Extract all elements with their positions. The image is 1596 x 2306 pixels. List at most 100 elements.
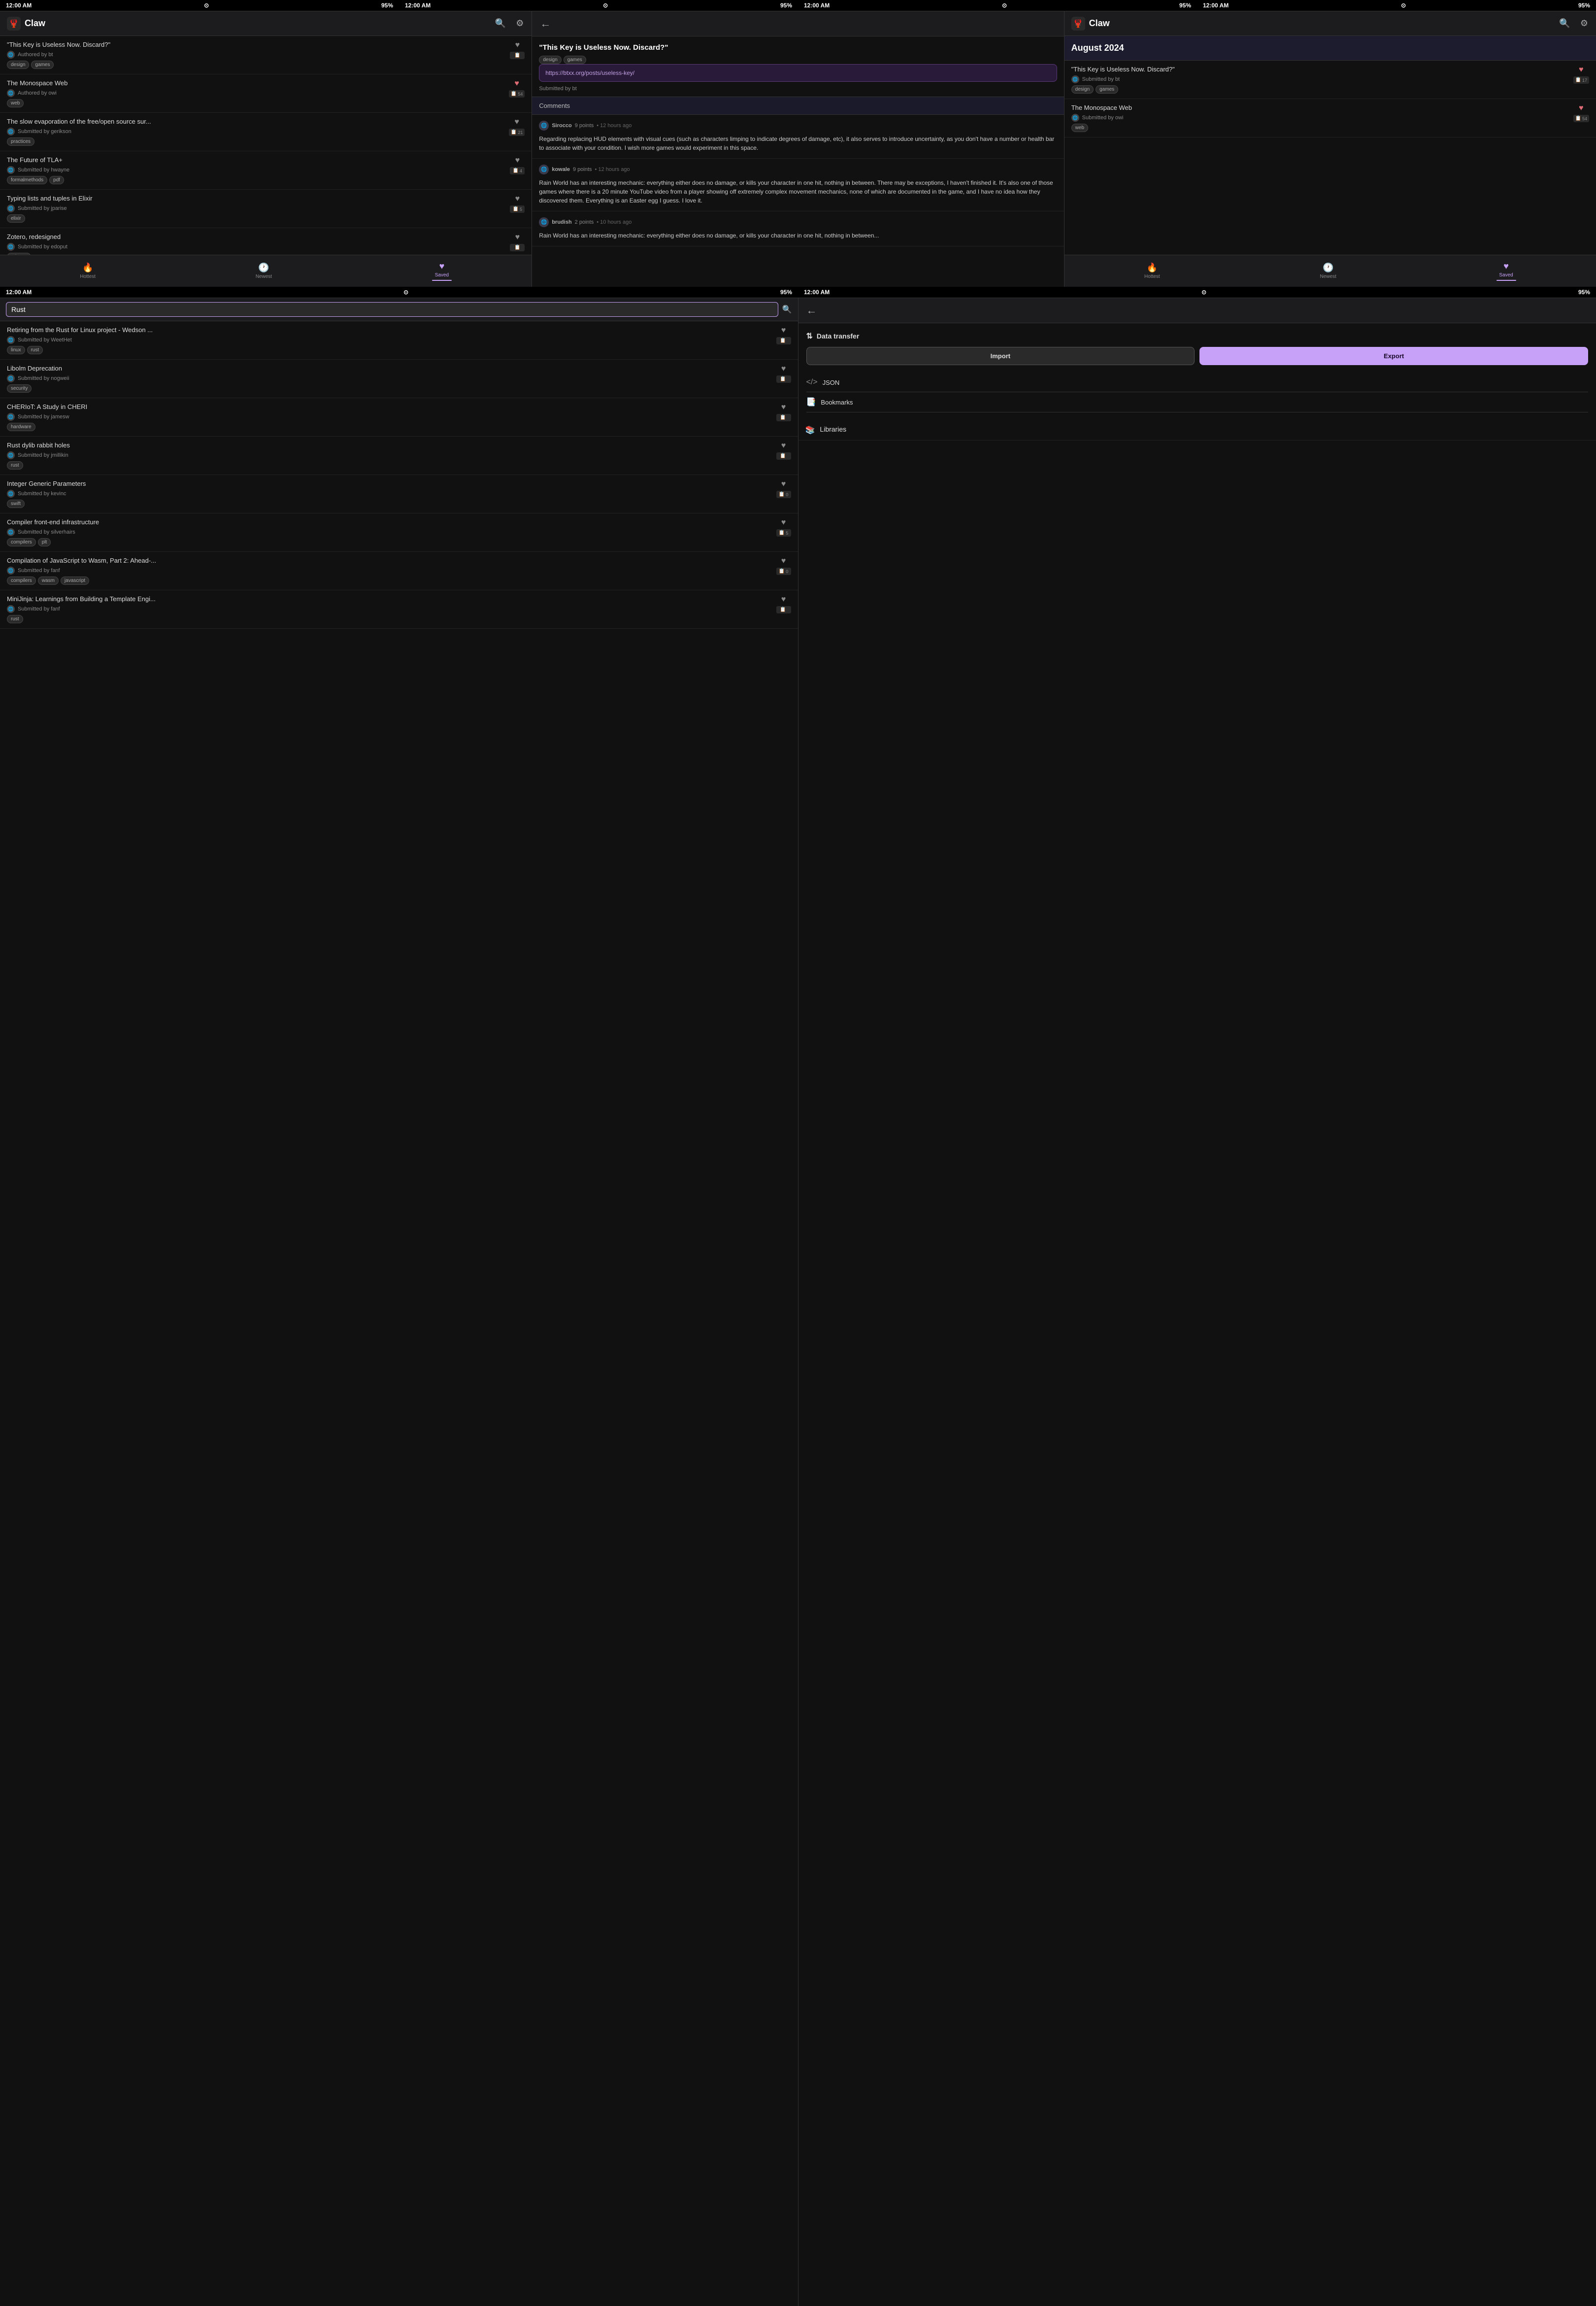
import-button[interactable]: Import (806, 347, 1195, 365)
saved-bookmark-btn-0[interactable]: 📋17 (1573, 76, 1589, 84)
feed-item-4[interactable]: Typing lists and tuples in Elixir 🌐 Subm… (0, 190, 532, 228)
search-tag-2-0[interactable]: hardware (7, 423, 35, 431)
like-btn-3[interactable]: ♥ (515, 156, 520, 165)
tag-2-0[interactable]: practices (7, 137, 34, 146)
bookmark-btn-2[interactable]: 📋21 (509, 129, 525, 136)
saved-tag-1-0[interactable]: web (1071, 124, 1088, 132)
search-like-btn-7[interactable]: ♥ (781, 595, 786, 604)
bookmark-btn-1[interactable]: 📋54 (509, 90, 525, 98)
search-like-btn-2[interactable]: ♥ (781, 403, 786, 412)
search-item-4[interactable]: Integer Generic Parameters 🌐 Submitted b… (0, 475, 798, 513)
nav-newest-3[interactable]: 🕐 Newest (1314, 261, 1342, 281)
search-item-1[interactable]: Libolm Deprecation 🌐 Submitted by nogwei… (0, 360, 798, 398)
tag-3-0[interactable]: formalmethods (7, 176, 47, 184)
like-btn-1[interactable]: ♥ (514, 79, 519, 88)
feed-item-content-3: The Future of TLA+ 🌐 Submitted by hwayne… (7, 156, 505, 184)
export-option-bookmarks[interactable]: 📑 Bookmarks (806, 392, 1589, 412)
search-bookmark-btn-3[interactable]: 📋 (776, 452, 791, 460)
search-tag-1-0[interactable]: security (7, 384, 32, 393)
search-tag-0-0[interactable]: linux (7, 346, 25, 354)
saved-like-btn-0[interactable]: ♥ (1579, 66, 1584, 74)
search-button-3[interactable]: 🔍 (1558, 17, 1571, 30)
like-btn-5[interactable]: ♥ (515, 233, 520, 242)
search-tag-0-1[interactable]: rust (27, 346, 43, 354)
saved-bookmark-btn-1[interactable]: 📋54 (1573, 115, 1589, 122)
search-tag-6-0[interactable]: compilers (7, 576, 36, 585)
search-input[interactable] (6, 302, 778, 317)
search-like-btn-6[interactable]: ♥ (781, 557, 786, 566)
search-item-6[interactable]: Compilation of JavaScript to Wasm, Part … (0, 552, 798, 590)
like-btn-4[interactable]: ♥ (515, 195, 520, 203)
tag-1-0[interactable]: web (7, 99, 24, 107)
tag-0-0[interactable]: design (7, 61, 29, 69)
search-bookmark-btn-2[interactable]: 📋 (776, 414, 791, 421)
search-tag-5-0[interactable]: compilers (7, 538, 36, 546)
search-bookmark-btn-4[interactable]: 📋 0 (776, 491, 791, 498)
bookmark-btn-0[interactable]: 📋 (510, 52, 525, 59)
nav-newest-1[interactable]: 🕐 Newest (250, 261, 278, 281)
search-tag-3-0[interactable]: rust (7, 461, 23, 470)
nav-indicator-1 (432, 280, 452, 281)
saved-tag-0-1[interactable]: games (1096, 85, 1118, 94)
search-bookmark-btn-5[interactable]: 📋 5 (776, 529, 791, 537)
saved-like-btn-1[interactable]: ♥ (1579, 104, 1584, 113)
nav-saved-1[interactable]: ♥ Saved (426, 259, 458, 283)
bookmark-btn-5[interactable]: 📋 (510, 244, 525, 251)
export-option-json[interactable]: </> JSON (806, 373, 1589, 392)
search-bookmark-btn-1[interactable]: 📋 (776, 375, 791, 383)
comment-avatar-2: 🌐 (539, 217, 549, 227)
nav-hottest-3[interactable]: 🔥 Hottest (1138, 261, 1166, 281)
search-like-btn-4[interactable]: ♥ (781, 480, 786, 489)
search-item-5[interactable]: Compiler front-end infrastructure 🌐 Subm… (0, 513, 798, 552)
filter-button-3[interactable]: ⚙ (1579, 17, 1589, 30)
search-item-7[interactable]: MiniJinja: Learnings from Building a Tem… (0, 590, 798, 629)
bookmark-btn-4[interactable]: 📋5 (510, 205, 525, 213)
feed-item-5[interactable]: Zotero, redesigned 🌐 Submitted by edoput… (0, 228, 532, 255)
search-like-btn-3[interactable]: ♥ (781, 441, 786, 450)
tag-4-0[interactable]: elixir (7, 214, 25, 223)
search-tag-6-1[interactable]: wasm (38, 576, 59, 585)
saved-tag-0-0[interactable]: design (1071, 85, 1094, 94)
feed-item-content-2: The slow evaporation of the free/open so… (7, 118, 504, 146)
search-tag-4-0[interactable]: swift (7, 500, 25, 508)
tag-design[interactable]: design (539, 56, 561, 64)
export-button[interactable]: Export (1199, 347, 1588, 365)
tag-3-1[interactable]: pdf (49, 176, 64, 184)
like-btn-2[interactable]: ♥ (514, 118, 519, 127)
filter-button-1[interactable]: ⚙ (515, 17, 525, 30)
search-submit-btn[interactable]: 🔍 (782, 305, 792, 314)
search-tag-6-2[interactable]: javascript (61, 576, 89, 585)
search-button-1[interactable]: 🔍 (494, 17, 507, 30)
search-bookmark-btn-7[interactable]: 📋 (776, 606, 791, 613)
feed-item-3[interactable]: The Future of TLA+ 🌐 Submitted by hwayne… (0, 151, 532, 190)
like-btn-0[interactable]: ♥ (515, 41, 520, 50)
feed-item-0[interactable]: "This Key is Useless Now. Discard?" 🌐 Au… (0, 36, 532, 74)
saved-item-0[interactable]: "This Key is Useless Now. Discard?" 🌐 Su… (1064, 61, 1596, 99)
search-item-0[interactable]: Retiring from the Rust for Linux project… (0, 321, 798, 360)
search-item-3[interactable]: Rust dylib rabbit holes 🌐 Submitted by j… (0, 437, 798, 475)
search-like-btn-1[interactable]: ♥ (781, 365, 786, 373)
feed-item-2[interactable]: The slow evaporation of the free/open so… (0, 113, 532, 151)
saved-item-1[interactable]: The Monospace Web 🌐 Submitted by owi web… (1064, 99, 1596, 137)
export-section: ⇅ Data transfer Import Export </> JSON 📑… (798, 323, 1596, 420)
tag-0-1[interactable]: games (31, 61, 54, 69)
nav-saved-3[interactable]: ♥ Saved (1491, 259, 1522, 283)
export-back-button[interactable]: ← (805, 303, 818, 318)
article-link[interactable]: https://btxx.org/posts/useless-key/ (539, 64, 1057, 82)
search-bookmark-btn-0[interactable]: 📋 (776, 337, 791, 344)
bookmark-btn-3[interactable]: 📋4 (510, 167, 525, 174)
feed-item-1[interactable]: The Monospace Web 🌐 Authored by owi web … (0, 74, 532, 113)
back-button[interactable]: ← (539, 16, 552, 31)
nav-hottest-1[interactable]: 🔥 Hottest (74, 261, 101, 281)
nav-hottest-label-3: Hottest (1144, 274, 1160, 279)
libraries-item[interactable]: 📚 Libraries (798, 420, 1596, 441)
saved-bookmark-icon-0: 📋 (1575, 77, 1581, 83)
search-bookmark-btn-6[interactable]: 📋 0 (776, 568, 791, 575)
search-like-btn-0[interactable]: ♥ (781, 326, 786, 335)
search-item-2[interactable]: CHERIoT: A Study in CHERI 🌐 Submitted by… (0, 398, 798, 437)
search-like-btn-5[interactable]: ♥ (781, 518, 786, 527)
tag-games[interactable]: games (564, 56, 586, 64)
search-tag-7-0[interactable]: rust (7, 615, 23, 623)
search-tag-5-1[interactable]: plt (38, 538, 51, 546)
feed-item-title-4: Typing lists and tuples in Elixir (7, 195, 505, 202)
